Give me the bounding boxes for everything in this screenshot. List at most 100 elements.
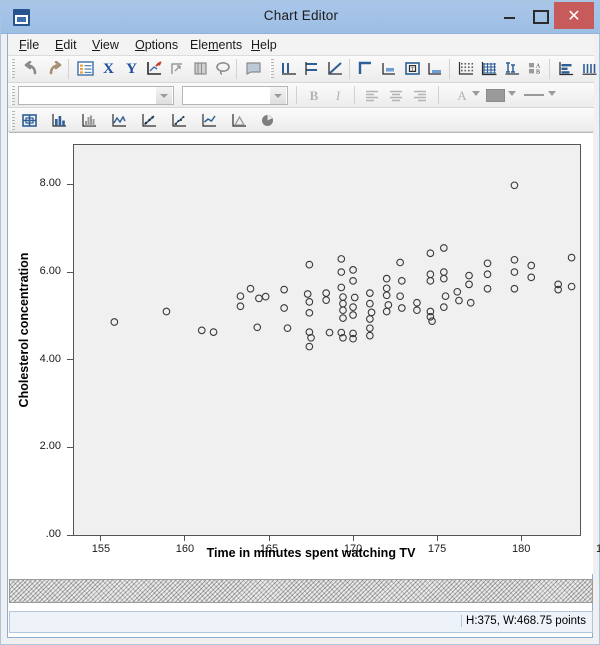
pie-chart-icon[interactable]: [256, 110, 279, 132]
y-axis-icon[interactable]: Y: [120, 58, 143, 80]
data-point[interactable]: [466, 298, 475, 307]
data-point[interactable]: [455, 296, 463, 305]
data-point[interactable]: [567, 253, 576, 262]
data-point[interactable]: [453, 287, 462, 296]
text-color-button[interactable]: A: [452, 86, 472, 105]
maximize-button[interactable]: [524, 2, 554, 29]
data-point[interactable]: [527, 273, 536, 282]
data-point[interactable]: [366, 331, 374, 340]
bar-chart-icon[interactable]: [48, 110, 71, 132]
grid-lines-icon[interactable]: [478, 58, 501, 80]
data-point[interactable]: [382, 274, 391, 283]
data-point[interactable]: [303, 290, 312, 298]
grid-dots-icon[interactable]: [455, 58, 478, 80]
data-point[interactable]: [510, 255, 519, 264]
sort-az-icon[interactable]: A B: [524, 58, 547, 80]
data-point[interactable]: [236, 302, 245, 311]
data-point[interactable]: [567, 282, 576, 291]
data-point[interactable]: [510, 268, 519, 276]
lasso-select-icon[interactable]: [212, 58, 235, 80]
align-right-icon[interactable]: [410, 86, 430, 105]
data-point[interactable]: [510, 181, 519, 190]
data-point[interactable]: [246, 284, 255, 293]
delete-element-icon[interactable]: [189, 58, 212, 80]
line-style-icon[interactable]: [524, 94, 544, 96]
fill-color-dropdown-icon[interactable]: [508, 91, 516, 96]
data-point[interactable]: [305, 298, 314, 306]
menu-edit[interactable]: Edit: [50, 37, 82, 53]
legend-position-icon[interactable]: [378, 58, 401, 80]
toolbar-grip-2[interactable]: [270, 59, 274, 78]
data-point[interactable]: [305, 308, 314, 317]
toolbar-grip-3[interactable]: [11, 86, 15, 105]
data-point[interactable]: [162, 307, 171, 316]
data-point[interactable]: [483, 270, 492, 279]
align-center-icon[interactable]: [386, 86, 406, 105]
data-point[interactable]: [366, 315, 374, 323]
data-point[interactable]: [253, 323, 262, 332]
data-point[interactable]: [483, 284, 492, 293]
data-point[interactable]: [397, 276, 406, 285]
data-point[interactable]: [339, 306, 347, 315]
chart-canvas[interactable]: .002.004.006.008.00155160165170175180185…: [9, 132, 600, 574]
data-point[interactable]: [349, 311, 357, 319]
redo-icon[interactable]: [43, 58, 66, 80]
data-point[interactable]: [426, 276, 435, 285]
data-point[interactable]: [426, 270, 435, 279]
baseline-icon[interactable]: [424, 58, 447, 80]
minimize-button[interactable]: [494, 2, 524, 29]
plot-frame[interactable]: [73, 144, 581, 536]
data-point[interactable]: [465, 271, 473, 280]
data-point[interactable]: [322, 296, 331, 304]
data-point[interactable]: [441, 292, 450, 301]
data-point[interactable]: [350, 293, 359, 302]
data-point[interactable]: [337, 255, 346, 263]
area-chart-icon[interactable]: [108, 110, 131, 132]
data-point[interactable]: [197, 326, 206, 335]
data-point[interactable]: [339, 314, 347, 322]
properties-icon[interactable]: [74, 58, 97, 80]
reference-line-x-icon[interactable]: [278, 58, 301, 80]
bold-button[interactable]: B: [304, 86, 324, 105]
data-point[interactable]: [527, 261, 536, 270]
data-point[interactable]: [339, 299, 347, 308]
data-point[interactable]: [280, 285, 288, 294]
data-point[interactable]: [382, 291, 391, 300]
data-point[interactable]: [384, 301, 393, 309]
data-point[interactable]: [367, 308, 376, 317]
data-point[interactable]: [428, 317, 436, 326]
close-button[interactable]: ✕: [554, 2, 594, 29]
data-point[interactable]: [110, 318, 119, 326]
data-point[interactable]: [439, 303, 448, 311]
data-point[interactable]: [465, 280, 473, 289]
data-point[interactable]: [305, 342, 314, 351]
font-family-select[interactable]: [18, 86, 174, 105]
histogram-icon[interactable]: [78, 110, 101, 132]
line-style-dropdown-icon[interactable]: [548, 91, 556, 96]
line-chart-icon[interactable]: [198, 110, 221, 132]
menu-options[interactable]: Options: [130, 37, 183, 53]
data-point[interactable]: [366, 289, 374, 297]
data-point[interactable]: [349, 276, 357, 285]
data-point[interactable]: [337, 268, 346, 276]
fill-color-swatch[interactable]: [486, 89, 505, 102]
data-point[interactable]: [236, 292, 245, 301]
menu-elements[interactable]: Elements: [185, 37, 247, 53]
reference-line-y-icon[interactable]: [301, 58, 324, 80]
error-bars-icon[interactable]: [501, 58, 524, 80]
distribution-icon[interactable]: [578, 58, 600, 80]
data-point[interactable]: [322, 289, 331, 297]
data-point[interactable]: [339, 293, 347, 301]
data-point[interactable]: [325, 328, 334, 337]
scatter-chart-icon[interactable]: [138, 110, 161, 132]
frame-top-left-icon[interactable]: [355, 58, 378, 80]
legend-icon[interactable]: [555, 58, 578, 80]
data-point[interactable]: [510, 284, 519, 293]
x-axis-icon[interactable]: X: [97, 58, 120, 80]
data-point[interactable]: [337, 283, 346, 292]
menu-help[interactable]: Help: [246, 37, 282, 53]
data-point[interactable]: [396, 258, 404, 267]
data-point[interactable]: [413, 306, 421, 315]
data-point[interactable]: [439, 274, 448, 283]
grid-chart-icon[interactable]: [18, 110, 41, 132]
